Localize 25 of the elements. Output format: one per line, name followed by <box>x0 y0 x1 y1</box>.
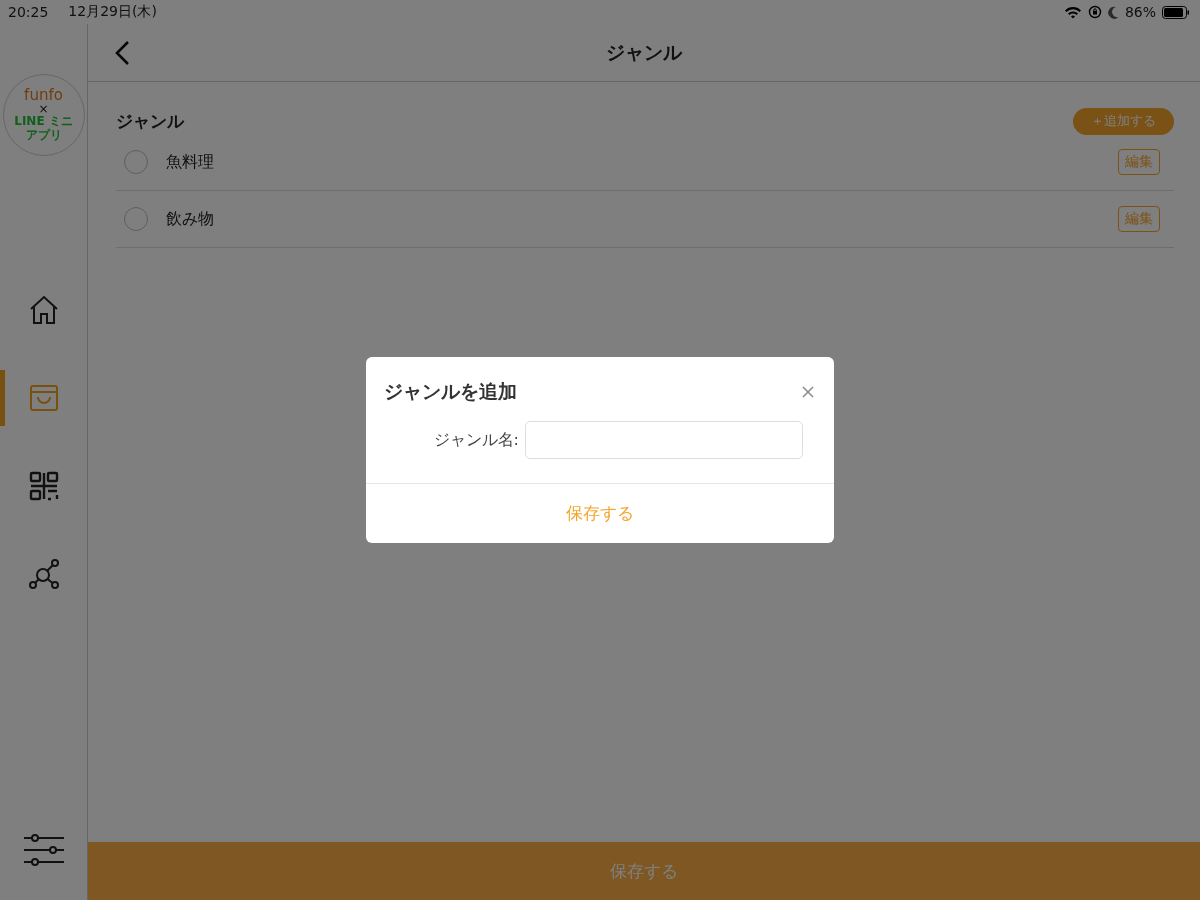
close-icon[interactable] <box>802 386 814 398</box>
shopping-bag-icon <box>28 384 59 412</box>
qr-code-icon <box>28 471 59 501</box>
dialog-save-button[interactable]: 保存する <box>366 483 834 543</box>
genre-name: 飲み物 <box>166 208 215 230</box>
section-heading: ジャンル <box>116 109 184 133</box>
moon-icon <box>1107 5 1119 19</box>
status-time: 20:25 <box>8 4 49 20</box>
back-chevron-icon[interactable] <box>114 39 130 66</box>
field-label: ジャンル名: <box>433 429 519 451</box>
save-bar-button[interactable]: 保存する <box>88 842 1200 900</box>
settings-sliders-icon[interactable] <box>23 834 64 866</box>
genre-name: 魚料理 <box>166 151 215 173</box>
genre-name-input[interactable] <box>525 421 803 459</box>
status-date: 12月29日(木) <box>68 3 157 21</box>
dialog-title: ジャンルを追加 <box>384 379 517 404</box>
wifi-icon <box>1063 5 1082 19</box>
edit-button[interactable]: 編集 <box>1118 149 1160 175</box>
edit-button[interactable]: 編集 <box>1118 206 1160 232</box>
battery-icon <box>1162 5 1190 19</box>
page-title: ジャンル <box>606 39 682 65</box>
rotation-lock-icon <box>1087 5 1102 19</box>
add-genre-button[interactable]: ＋追加する <box>1073 107 1174 135</box>
battery-percent: 86% <box>1124 4 1156 20</box>
network-icon <box>27 559 60 589</box>
